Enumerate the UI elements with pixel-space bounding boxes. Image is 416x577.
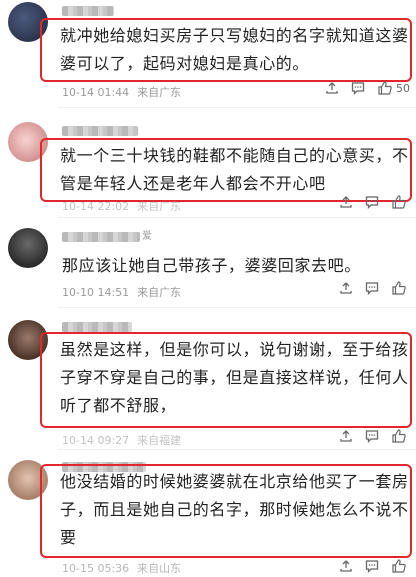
comment-icon[interactable] <box>365 281 379 295</box>
like-button[interactable] <box>391 428 410 444</box>
username-suffix: 爱 <box>142 231 152 242</box>
comment-item: 他没结婚的时候她婆婆就在北京给他买了一套房 子，而且是她自己的名字，那时候她怎么… <box>0 452 416 577</box>
like-icon <box>391 194 407 210</box>
like-icon <box>391 280 407 296</box>
comment-meta: 10-14 22:02 来自广东 <box>62 198 181 214</box>
comment-text: 就冲她给媳妇买房子只写媳妇的名字就知道这婆 婆可以了，起码对媳妇是真心的。 <box>60 26 409 73</box>
share-icon[interactable] <box>325 81 339 95</box>
comment-text: 那应该让她自己带孩子，婆婆回家去吧。 <box>62 256 361 275</box>
share-icon[interactable] <box>339 195 353 209</box>
username[interactable] <box>62 126 138 136</box>
comment-meta: 10-15 05:36 来自山东 <box>62 560 181 576</box>
comment-icon[interactable] <box>365 559 379 573</box>
comment-meta: 10-14 01:44 来自广东 <box>62 84 181 100</box>
location: 来自广东 <box>137 86 182 99</box>
comment-icon[interactable] <box>351 81 365 95</box>
location: 来自山东 <box>137 562 182 575</box>
comment-text: 虽然是这样，但是你可以，说句谢谢，至于给孩 子穿不穿是自己的事，但是直接这样说，… <box>60 340 409 415</box>
comment-icon[interactable] <box>365 195 379 209</box>
like-button[interactable] <box>391 194 410 210</box>
comment-text: 他没结婚的时候她婆婆就在北京给他买了一套房 子，而且是她自己的名字，那时候她怎么… <box>60 472 409 547</box>
comment-item: 就一个三十块钱的鞋都不能随自己的心意买，不 管是年轻人还是老年人都会不开心吧 1… <box>0 108 416 218</box>
comment-text: 就一个三十块钱的鞋都不能随自己的心意买，不 管是年轻人还是老年人都会不开心吧 <box>60 146 409 193</box>
timestamp: 10-14 01:44 <box>62 86 130 99</box>
like-button[interactable] <box>391 558 410 574</box>
share-icon[interactable] <box>339 429 353 443</box>
location: 来自福建 <box>137 434 182 447</box>
like-icon <box>377 80 393 96</box>
share-icon[interactable] <box>339 559 353 573</box>
comment-meta: 10-10 14:51 来自广东 <box>62 284 181 300</box>
like-icon <box>391 558 407 574</box>
timestamp: 10-14 22:02 <box>62 200 130 213</box>
comment-meta: 10-14 09:27 来自福建 <box>62 432 181 448</box>
avatar[interactable] <box>8 228 48 268</box>
timestamp: 10-14 09:27 <box>62 434 130 447</box>
location: 来自广东 <box>137 200 182 213</box>
comment-item: 就冲她给媳妇买房子只写媳妇的名字就知道这婆 婆可以了，起码对媳妇是真心的。 10… <box>0 0 416 108</box>
like-count: 50 <box>396 81 410 95</box>
location: 来自广东 <box>137 286 182 299</box>
username[interactable] <box>62 6 114 16</box>
comment-item: 虽然是这样，但是你可以，说句谢谢，至于给孩 子穿不穿是自己的事，但是直接这样说，… <box>0 310 416 450</box>
username[interactable] <box>62 322 132 332</box>
timestamp: 10-15 05:36 <box>62 562 130 575</box>
comment-icon[interactable] <box>365 429 379 443</box>
like-button[interactable]: 50 <box>377 80 410 96</box>
share-icon[interactable] <box>339 281 353 295</box>
username[interactable] <box>62 232 140 242</box>
like-button[interactable] <box>391 280 410 296</box>
timestamp: 10-10 14:51 <box>62 286 130 299</box>
comment-item: 爱 那应该让她自己带孩子，婆婆回家去吧。 10-10 14:51 来自广东 <box>0 218 416 308</box>
like-icon <box>391 428 407 444</box>
